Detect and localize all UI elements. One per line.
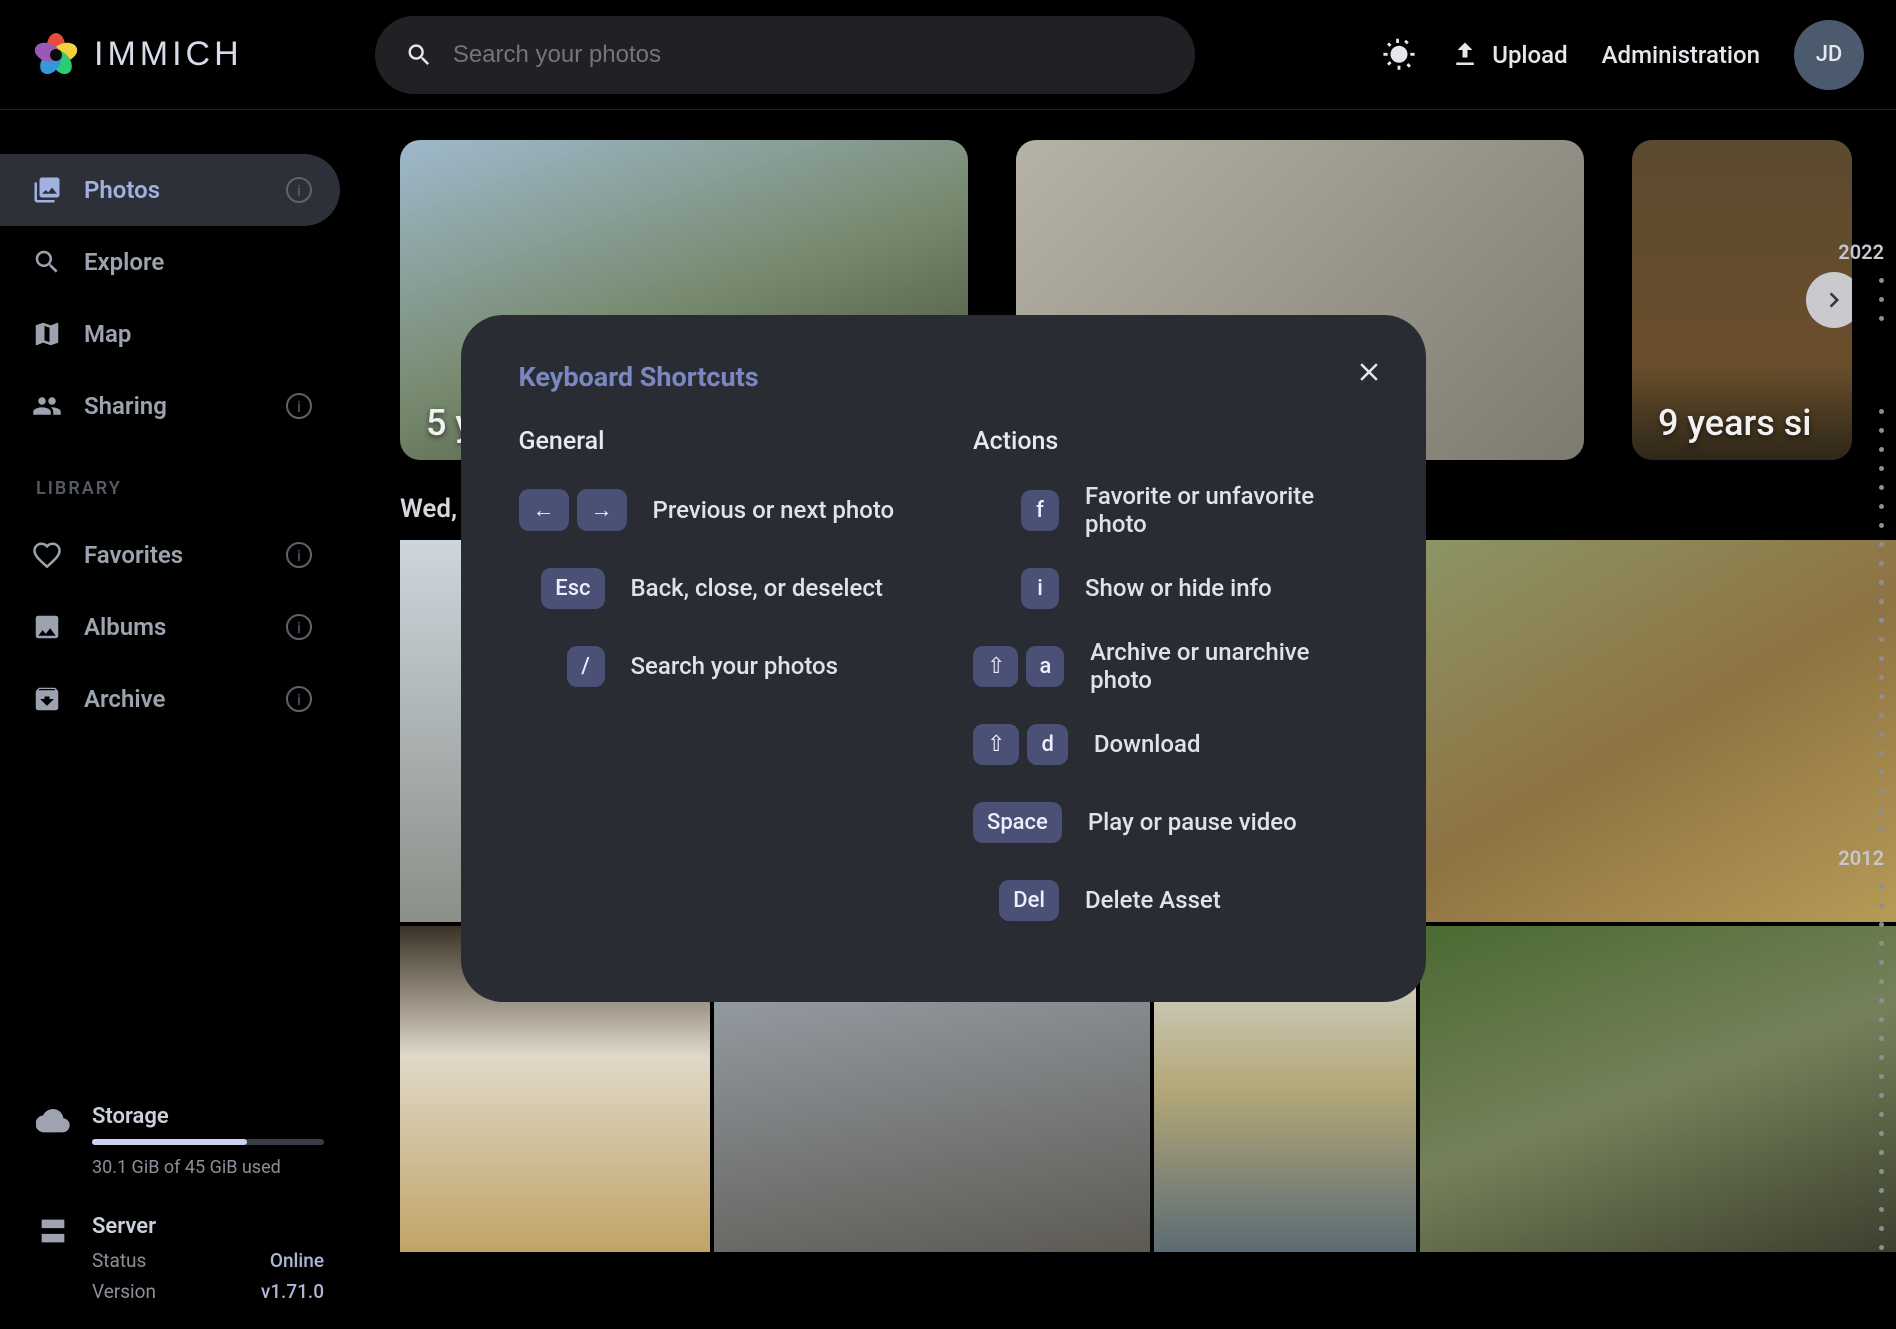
key-cap: ⇧	[973, 724, 1019, 765]
key-cap: →	[577, 489, 627, 531]
shortcut-row: ⇧d Download	[973, 714, 1368, 774]
shortcut-row: ⇧a Archive or unarchive photo	[973, 636, 1368, 696]
key-cap: Esc	[541, 568, 604, 609]
shortcut-description: Favorite or unfavorite photo	[1085, 482, 1368, 538]
key-cap: f	[1021, 490, 1059, 531]
key-cap: ←	[519, 489, 569, 531]
key-cap: ⇧	[973, 646, 1018, 687]
modal-close-button[interactable]	[1354, 357, 1384, 391]
key-cap: Space	[973, 802, 1062, 843]
shortcut-description: Delete Asset	[1085, 886, 1221, 914]
modal-backdrop[interactable]: Keyboard Shortcuts General ←→ Previous or…	[0, 0, 1896, 1329]
shortcut-description: Archive or unarchive photo	[1090, 638, 1367, 694]
shortcut-row: ←→ Previous or next photo	[519, 480, 914, 540]
shortcut-description: Download	[1094, 730, 1201, 758]
general-heading: General	[519, 427, 914, 456]
actions-heading: Actions	[973, 427, 1368, 456]
shortcut-description: Show or hide info	[1085, 574, 1272, 602]
shortcut-row: Space Play or pause video	[973, 792, 1368, 852]
shortcut-row: f Favorite or unfavorite photo	[973, 480, 1368, 540]
modal-title: Keyboard Shortcuts	[519, 361, 1368, 393]
shortcut-row: / Search your photos	[519, 636, 914, 696]
key-cap: i	[1021, 568, 1059, 609]
shortcut-description: Previous or next photo	[653, 496, 895, 524]
shortcut-description: Back, close, or deselect	[631, 574, 883, 602]
shortcut-row: Del Delete Asset	[973, 870, 1368, 930]
close-icon	[1354, 357, 1384, 387]
shortcut-row: Esc Back, close, or deselect	[519, 558, 914, 618]
keyboard-shortcuts-modal: Keyboard Shortcuts General ←→ Previous or…	[461, 315, 1426, 1002]
key-cap: d	[1027, 724, 1067, 765]
shortcut-description: Search your photos	[631, 652, 839, 680]
key-cap: Del	[999, 880, 1059, 921]
shortcut-row: i Show or hide info	[973, 558, 1368, 618]
key-cap: /	[567, 646, 605, 687]
key-cap: a	[1026, 646, 1065, 687]
shortcut-description: Play or pause video	[1088, 808, 1297, 836]
